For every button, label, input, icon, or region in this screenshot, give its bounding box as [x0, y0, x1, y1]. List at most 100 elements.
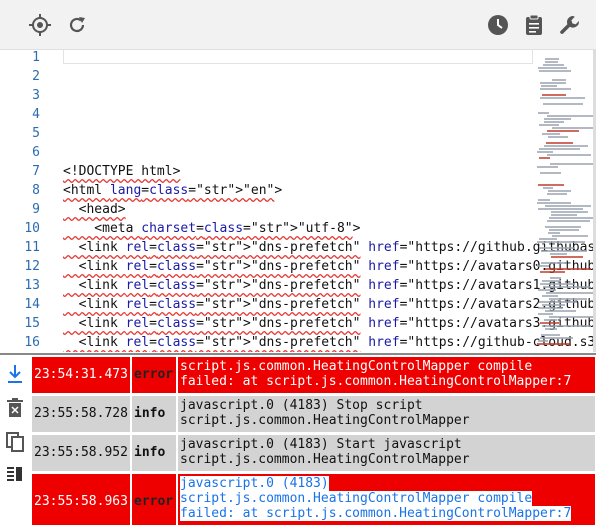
code-line[interactable]: <link rel=class="str">"dns-prefetch" hre… — [63, 295, 596, 314]
code-editor[interactable]: 1 2 3 4 5 6 7 8 9 10 11 12 13 14 15 16 <!DOCTYPE html> <… — [0, 50, 596, 352]
log-row[interactable]: 23:54:31.473 error script.js.common.Heatin… — [32, 357, 595, 393]
line-number: 8 — [32, 183, 40, 198]
log-level: info — [132, 435, 176, 471]
scroll-to-bottom-icon[interactable] — [4, 363, 26, 385]
minimap-line — [545, 226, 581, 228]
line-number: 9 — [32, 202, 40, 217]
minimap[interactable] — [537, 56, 593, 352]
line-number: 3 — [32, 88, 40, 103]
minimap-line — [540, 271, 565, 273]
log-level: info — [132, 396, 176, 432]
line-number: 15 — [24, 316, 40, 331]
minimap-line — [538, 199, 550, 201]
minimap-line — [540, 97, 585, 99]
minimap-line — [539, 247, 575, 249]
copy-icon[interactable] — [4, 431, 26, 453]
log-row[interactable]: 23:55:58.952 info javascript.0 (4183) Star… — [32, 435, 595, 471]
log-message: javascript.0 (4183) Start javascript scr… — [178, 435, 595, 471]
log-toolbar — [0, 355, 30, 516]
log-row[interactable]: 23:55:58.728 info javascript.0 (4183) Stop… — [32, 396, 595, 432]
line-number: 13 — [24, 278, 40, 293]
minimap-line — [540, 283, 575, 285]
minimap-line — [538, 208, 583, 210]
minimap-line — [547, 154, 591, 156]
line-number: 5 — [32, 126, 40, 141]
minimap-line — [545, 310, 576, 312]
clock-icon[interactable] — [487, 14, 509, 36]
minimap-line — [541, 262, 567, 264]
minimap-line — [549, 229, 579, 231]
minimap-line — [543, 64, 564, 66]
minimap-line — [541, 250, 587, 252]
minimap-line — [539, 301, 577, 303]
minimap-line — [542, 325, 591, 327]
minimap-line — [548, 190, 571, 192]
minimap-line — [538, 313, 553, 315]
minimap-line — [547, 115, 593, 117]
minimap-line — [537, 241, 585, 243]
minimap-line — [551, 214, 577, 216]
minimap-line — [546, 292, 593, 294]
minimap-line — [538, 307, 563, 309]
filter-icon[interactable] — [4, 463, 26, 485]
minimap-line — [549, 217, 593, 219]
minimap-line — [549, 298, 587, 300]
minimap-line — [537, 343, 571, 345]
code-line[interactable]: <link rel=class="str">"dns-prefetch" hre… — [63, 314, 596, 333]
refresh-icon[interactable] — [66, 14, 88, 36]
minimap-line — [548, 136, 568, 138]
log-row[interactable]: 23:55:58.963 error javascript.0 (4183) scr… — [32, 474, 595, 525]
minimap-line — [550, 253, 567, 255]
minimap-line — [543, 103, 583, 105]
code-line[interactable]: <link rel=class="str">"dns-prefetch" hre… — [63, 276, 596, 295]
code-line[interactable]: <meta charset=class="str">"utf-8"> — [63, 219, 360, 238]
minimap-line — [538, 289, 556, 291]
code-line[interactable]: <link rel=class="str">"dns-prefetch" hre… — [63, 333, 596, 352]
log-message: javascript.0 (4183) Stop script script.j… — [178, 396, 595, 432]
delete-icon[interactable] — [4, 397, 26, 419]
minimap-line — [540, 337, 573, 339]
minimap-line — [542, 304, 565, 306]
line-number: 10 — [24, 221, 40, 236]
clipboard-icon[interactable] — [523, 14, 545, 36]
toolbar — [0, 0, 596, 50]
log-level: error — [132, 357, 176, 393]
line-number: 11 — [24, 240, 40, 255]
minimap-line — [549, 316, 593, 318]
minimap-line — [547, 193, 567, 195]
minimap-line — [537, 166, 558, 168]
minimap-line — [545, 58, 559, 60]
crosshair-icon[interactable] — [29, 14, 51, 36]
line-number-gutter: 1 2 3 4 5 6 7 8 9 10 11 12 13 14 15 16 — [0, 50, 46, 352]
minimap-line — [537, 265, 549, 267]
minimap-line — [540, 82, 566, 84]
code-line[interactable]: <link rel=class="str">"dns-prefetch" hre… — [63, 238, 596, 257]
log-time: 23:55:58.963 — [32, 474, 130, 525]
line-number: 16 — [24, 335, 40, 350]
minimap-line — [542, 94, 566, 96]
code-line[interactable]: <head> — [63, 200, 126, 219]
minimap-line — [544, 145, 588, 147]
line-number: 14 — [24, 297, 40, 312]
log-time: 23:55:58.728 — [32, 396, 130, 432]
minimap-line — [544, 118, 571, 120]
code-line[interactable]: <!DOCTYPE html> — [63, 162, 180, 181]
minimap-line — [547, 220, 590, 222]
minimap-line — [538, 340, 548, 342]
minimap-line — [548, 232, 560, 234]
minimap-line — [539, 70, 571, 72]
minimap-line — [539, 238, 557, 240]
minimap-line — [537, 202, 571, 204]
minimap-line — [545, 205, 591, 207]
minimap-line — [541, 334, 560, 336]
wrench-icon[interactable] — [559, 14, 581, 36]
minimap-line — [540, 322, 559, 324]
code-line[interactable]: <html lang=class="str">"en"> — [63, 181, 282, 200]
minimap-line — [544, 319, 557, 321]
code-line[interactable]: <link rel=class="str">"dns-prefetch" hre… — [63, 257, 596, 276]
minimap-line — [546, 142, 573, 144]
line-number: 2 — [32, 69, 40, 84]
minimap-line — [545, 328, 557, 330]
line-number: 1 — [32, 50, 40, 65]
minimap-line — [547, 130, 579, 132]
